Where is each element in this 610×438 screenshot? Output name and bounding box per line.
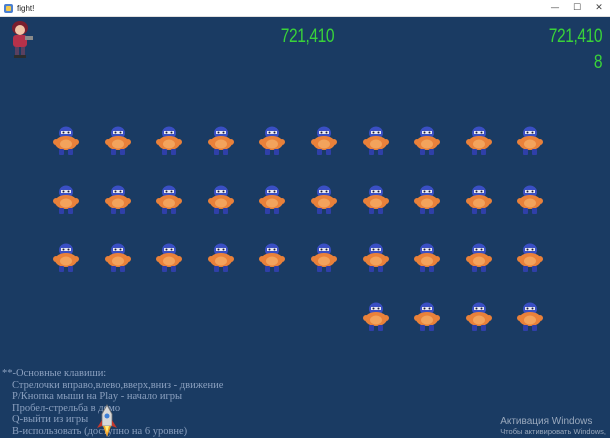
enemy-icon (207, 241, 235, 273)
activation-subtitle: Чтобы активировать Windows, (500, 427, 606, 436)
enemy-icon (413, 241, 441, 273)
enemy-icon (155, 241, 183, 273)
close-button[interactable]: ✕ (588, 0, 610, 16)
enemy-icon (516, 183, 544, 215)
enemy-icon (413, 124, 441, 156)
score-display: 721,410 (280, 26, 335, 47)
maximize-button[interactable]: ☐ (566, 0, 588, 16)
window-controls: — ☐ ✕ (544, 0, 610, 16)
enemy-icon (362, 124, 390, 156)
enemy-icon (52, 241, 80, 273)
controls-help-line: Стрелочки вправо,влево,вверх,вниз - движ… (12, 379, 224, 391)
best-score-display: 721,410 (548, 26, 603, 47)
enemy-icon (465, 241, 493, 273)
enemy-icon (413, 300, 441, 332)
windows-activation-watermark: Активация Windows Чтобы активировать Win… (500, 416, 606, 436)
enemy-icon (362, 300, 390, 332)
enemy-icon (104, 241, 132, 273)
controls-help-line: P/Кнопка мыши на Play - начало игры (12, 391, 183, 402)
enemy-icon (258, 241, 286, 273)
enemy-icon (104, 183, 132, 215)
brawler-avatar-icon (12, 21, 33, 58)
enemy-icon (258, 124, 286, 156)
enemy-icon (413, 183, 441, 215)
enemy-icon (155, 124, 183, 156)
game-canvas[interactable]: 721,410 721,410 8 **-Основные клавиши: С… (0, 16, 610, 438)
window-titlebar: fight! — ☐ ✕ (0, 0, 610, 17)
enemy-icon (155, 183, 183, 215)
enemy-icon (465, 300, 493, 332)
enemy-icon (465, 183, 493, 215)
activation-title: Активация Windows (500, 416, 593, 427)
enemy-icon (310, 241, 338, 273)
enemy-icon (310, 124, 338, 156)
enemy-icon (465, 124, 493, 156)
enemy-icon (258, 183, 286, 215)
enemy-icon (52, 124, 80, 156)
enemy-icon (516, 241, 544, 273)
app-icon (4, 3, 13, 13)
rocket-icon (97, 404, 117, 437)
enemy-icon (362, 241, 390, 273)
enemy-icon (207, 183, 235, 215)
enemy-icon (362, 183, 390, 215)
enemy-icon (310, 183, 338, 215)
controls-help-heading: **-Основные клавиши: (2, 368, 107, 379)
enemy-icon (516, 124, 544, 156)
window-title: fight! (17, 3, 35, 13)
level-display: 8 (593, 52, 603, 73)
enemy-icon (516, 300, 544, 332)
enemy-icon (52, 183, 80, 215)
minimize-button[interactable]: — (544, 0, 566, 16)
enemy-icon (104, 124, 132, 156)
enemy-icon (207, 124, 235, 156)
